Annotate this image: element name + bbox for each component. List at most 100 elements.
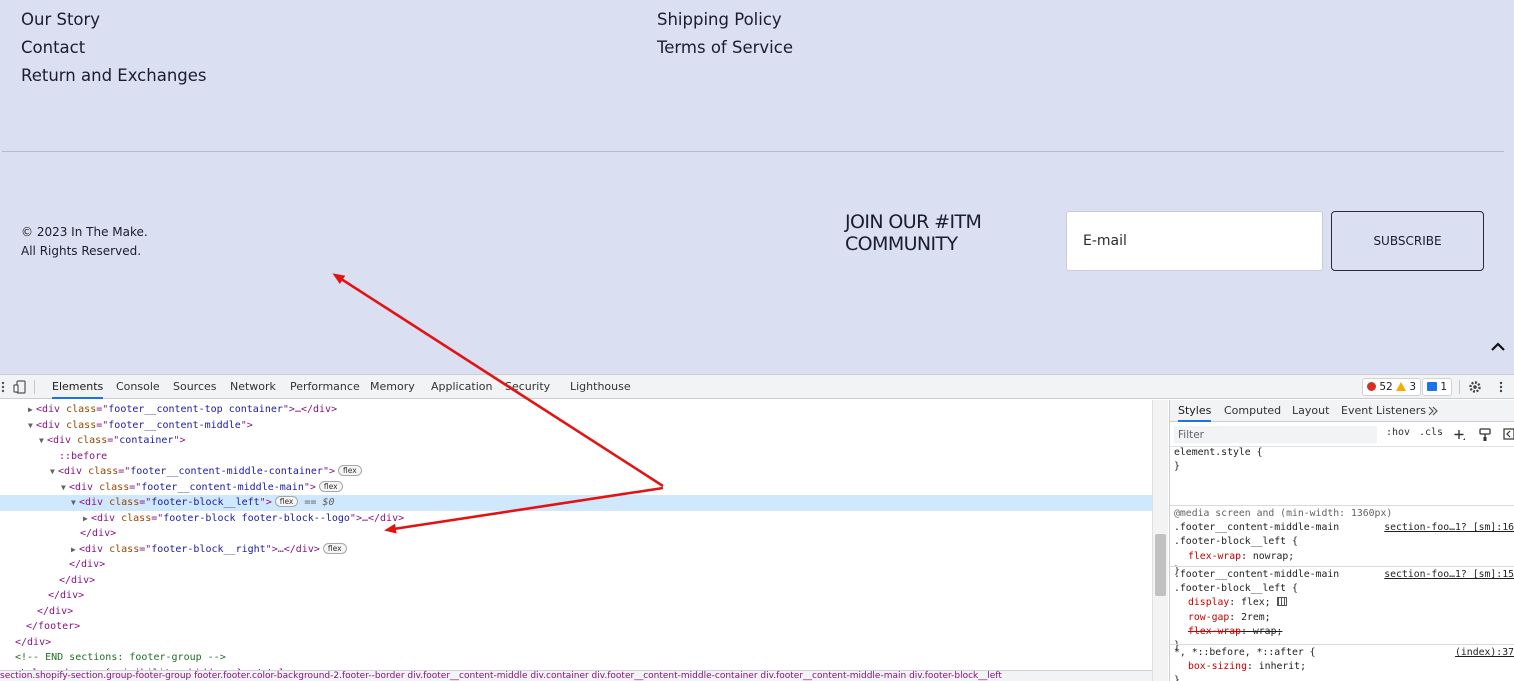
- footer-link-contact[interactable]: Contact: [21, 38, 85, 57]
- footer-link-return-and-exchanges[interactable]: Return and Exchanges: [21, 66, 207, 85]
- more-tools-icon[interactable]: [0, 380, 10, 394]
- styles-filter-input[interactable]: [1174, 426, 1377, 443]
- tab-performance[interactable]: Performance: [290, 375, 360, 399]
- tab-layout[interactable]: Layout: [1292, 400, 1329, 422]
- code-token: </div>: [48, 590, 85, 601]
- code-token: =": [139, 543, 152, 555]
- scroll-to-top-chevron-icon[interactable]: [1487, 336, 1509, 358]
- dom-node-row[interactable]: ▶ <div class="footer-block footer-block--…: [0, 511, 1152, 527]
- css-rule-line[interactable]: @media screen and (min-width: 1360px): [1174, 507, 1392, 521]
- toggle-sidebar-icon[interactable]: [1503, 428, 1514, 440]
- code-token: class: [77, 435, 108, 446]
- css-rule-line[interactable]: flex-wrap: nowrap;: [1174, 550, 1294, 564]
- dom-node-row[interactable]: </div>: [0, 573, 1152, 589]
- rule-source-link[interactable]: (index):37: [1455, 646, 1514, 660]
- toolbar-separator: [1459, 380, 1460, 394]
- css-rule-line[interactable]: row-gap: 2rem;: [1174, 611, 1271, 625]
- css-rule-line[interactable]: }: [1174, 460, 1180, 474]
- class-toggle[interactable]: .cls: [1419, 427, 1443, 438]
- flexbox-editor-icon[interactable]: [1276, 597, 1287, 607]
- message-count: 1: [1440, 381, 1448, 393]
- error-icon: [1367, 382, 1376, 391]
- more-tabs-chevron-icon[interactable]: [1428, 406, 1438, 416]
- tab-computed[interactable]: Computed: [1224, 400, 1281, 422]
- code-token: <div: [69, 481, 94, 493]
- code-token: =": [129, 481, 142, 493]
- css-rule-line[interactable]: *, *::before, *::after {: [1174, 646, 1316, 660]
- selected-node-marker: == $0: [298, 497, 335, 508]
- footer-link-terms-of-service[interactable]: Terms of Service: [657, 38, 793, 57]
- css-rule-line[interactable]: .footer__content-middle-main: [1174, 521, 1339, 535]
- tab-styles[interactable]: Styles: [1178, 400, 1212, 422]
- tab-security[interactable]: Security: [505, 375, 550, 399]
- dom-node-row[interactable]: ::before: [0, 449, 1152, 465]
- tab-memory[interactable]: Memory: [370, 375, 415, 399]
- tab-event-listeners[interactable]: Event Listeners: [1341, 400, 1426, 422]
- css-rule-line[interactable]: display: flex;: [1174, 596, 1287, 610]
- dom-node-row[interactable]: </footer>: [0, 619, 1152, 635]
- css-value: : 2rem;: [1229, 611, 1271, 623]
- code-token: class: [121, 512, 152, 524]
- footer-divider: [2, 151, 1504, 152]
- join-community-heading: JOIN OUR #ITM COMMUNITY: [845, 211, 982, 255]
- code-token: footer__content-middle: [108, 419, 241, 431]
- tab-console[interactable]: Console: [116, 375, 160, 399]
- dom-node-row[interactable]: ▼ <div class="container">: [0, 433, 1152, 449]
- dom-node-row[interactable]: ▼ <div class="footer__content-middle">: [0, 418, 1152, 434]
- dom-node-row[interactable]: <!-- END sections: footer-group -->: [0, 650, 1152, 666]
- css-rule-line[interactable]: }: [1174, 674, 1180, 681]
- footer-link-shipping-policy[interactable]: Shipping Policy: [657, 10, 782, 29]
- elements-scrollbar[interactable]: [1152, 400, 1168, 681]
- css-rule-line[interactable]: .footer__content-middle-main: [1174, 568, 1339, 582]
- rule-source-link[interactable]: section-foo…1? [sm]:16: [1384, 521, 1514, 535]
- copyright-text: © 2023 In The Make.: [21, 225, 148, 239]
- code-token: </div>: [37, 605, 74, 617]
- messages-counter[interactable]: 1: [1422, 378, 1453, 396]
- expand-triangle-icon: ▼: [28, 420, 33, 430]
- tab-sources[interactable]: Sources: [173, 375, 217, 399]
- footer-link-our-story[interactable]: Our Story: [21, 10, 100, 29]
- hover-state-toggle[interactable]: :hov: [1386, 427, 1410, 438]
- code-token: <!-- END sections: footer-group -->: [15, 652, 226, 663]
- code-token: =": [107, 435, 120, 446]
- dom-node-row[interactable]: </div>: [0, 526, 1152, 542]
- code-token: <div: [47, 435, 72, 446]
- dom-breadcrumb[interactable]: section.shopify-section.group-footer-gro…: [0, 670, 1152, 681]
- dom-node-row[interactable]: ▼ <div class="footer__content-middle-cont…: [0, 464, 1152, 480]
- css-rule-line[interactable]: element.style {: [1174, 446, 1262, 460]
- customize-menu-icon[interactable]: [1494, 380, 1508, 394]
- newsletter-email-input[interactable]: [1066, 211, 1323, 271]
- settings-gear-icon[interactable]: [1468, 380, 1482, 394]
- new-style-rule-plus-icon[interactable]: [1454, 429, 1466, 441]
- code-token: class: [99, 481, 130, 493]
- dom-node-row[interactable]: </div>: [0, 604, 1152, 620]
- code-token: =": [151, 512, 164, 524]
- issues-counter[interactable]: 52 3: [1362, 378, 1422, 396]
- device-toolbar-icon[interactable]: [13, 380, 27, 394]
- rule-source-link[interactable]: section-foo…1? [sm]:15: [1384, 568, 1514, 582]
- dom-node-row[interactable]: ▶ <div class="footer__content-top contain…: [0, 402, 1152, 418]
- tab-network[interactable]: Network: [230, 375, 276, 399]
- tab-lighthouse[interactable]: Lighthouse: [570, 375, 631, 399]
- elements-dom-tree[interactable]: ▶ <div class="footer__content-top contain…: [0, 400, 1152, 670]
- css-rule-line[interactable]: flex-wrap: wrap;: [1174, 625, 1282, 639]
- tab-elements[interactable]: Elements: [52, 375, 104, 399]
- code-token: >…</div>: [288, 404, 338, 415]
- element-state-paint-icon[interactable]: [1479, 428, 1491, 441]
- dom-node-row[interactable]: ▼ <div class="footer__content-middle-main…: [0, 480, 1152, 496]
- dom-node-row[interactable]: ▶ <div class="footer-block__right">…</div…: [0, 542, 1152, 558]
- dom-node-row[interactable]: </div>: [0, 557, 1152, 573]
- dom-node-row[interactable]: ▼ <div class="footer-block__left"> flex ==…: [0, 495, 1152, 511]
- code-token: </div>: [59, 574, 96, 586]
- flex-badge: flex: [338, 465, 362, 476]
- code-token: >: [179, 435, 186, 446]
- dom-node-row[interactable]: </div>: [0, 635, 1152, 651]
- tab-application[interactable]: Application: [431, 375, 492, 399]
- devtools-panel: Elements Console Sources Network Performance…: [0, 374, 1514, 681]
- css-rule-line[interactable]: .footer-block__left {: [1174, 582, 1298, 596]
- subscribe-button[interactable]: SUBSCRIBE: [1331, 211, 1484, 271]
- css-rule-line[interactable]: .footer-block__left {: [1174, 535, 1298, 549]
- css-rule-line[interactable]: box-sizing: inherit;: [1174, 660, 1306, 674]
- elements-scrollbar-thumb[interactable]: [1155, 534, 1166, 596]
- dom-node-row[interactable]: </div>: [0, 588, 1152, 604]
